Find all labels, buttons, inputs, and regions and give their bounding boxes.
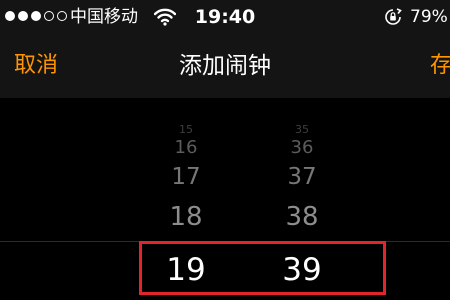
page-title: 添加闹钟: [179, 53, 271, 79]
time-picker[interactable]: 15 16 17 18 19 35 36 37 38 39: [0, 98, 450, 300]
minute-option[interactable]: 35: [262, 124, 342, 136]
selection-highlight-box: [139, 241, 386, 295]
minute-option[interactable]: 37: [262, 164, 342, 190]
status-bar: 中国移动 19:40 79%: [0, 0, 450, 34]
status-time: 19:40: [194, 6, 256, 28]
minute-option[interactable]: 38: [262, 202, 342, 232]
hour-option[interactable]: 16: [146, 138, 226, 158]
navigation-bar: 取消 添加闹钟 存: [0, 34, 450, 98]
hour-option[interactable]: 15: [146, 124, 226, 136]
hour-option[interactable]: 18: [146, 202, 226, 232]
save-button[interactable]: 存: [430, 51, 450, 81]
rotation-lock-icon: [385, 8, 402, 25]
minute-option[interactable]: 36: [262, 138, 342, 158]
alarm-add-screen: 中国移动 19:40 79% 取消 添加闹钟 存 15 16 17 18 19: [0, 0, 450, 300]
hour-option[interactable]: 17: [146, 164, 226, 190]
battery-percent: 79%: [410, 7, 448, 27]
